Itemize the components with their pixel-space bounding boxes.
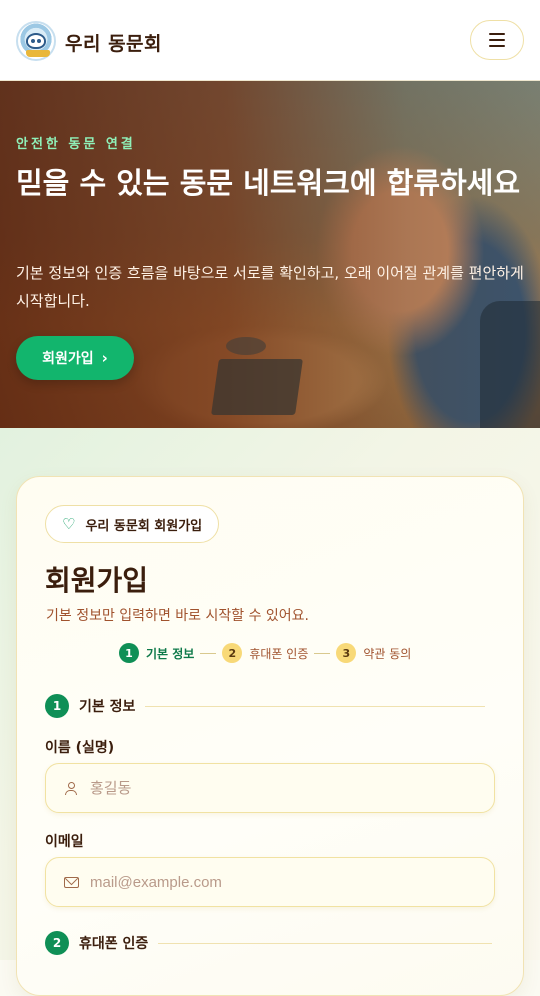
- app-header: 우리 동문회: [0, 0, 540, 81]
- hero-photo-chair: [480, 301, 540, 428]
- alumni-logo[interactable]: [16, 21, 56, 61]
- step-basic-info[interactable]: 1 기본 정보: [119, 643, 194, 663]
- step-number: 1: [119, 643, 139, 663]
- hero-banner: 안전한 동문 연결 믿을 수 있는 동문 네트워크에 합류하세요 기본 정보와 …: [0, 81, 540, 428]
- section-basic-info-header: 1 기본 정보: [45, 694, 486, 718]
- email-input[interactable]: [90, 873, 470, 891]
- section-title: 휴대폰 인증: [79, 936, 149, 952]
- hamburger-menu-icon[interactable]: [470, 20, 524, 60]
- step-divider: [200, 652, 217, 654]
- hero-photo-keyboard: [211, 359, 303, 415]
- signup-stepper: 1 기본 정보 2 휴대폰 인증 3 약관 동의: [119, 643, 411, 663]
- hero-title: 믿을 수 있는 동문 네트워크에 합류하세요: [16, 166, 521, 200]
- signup-section: ♡ 우리 동문회 회원가입 회원가입 기본 정보만 입력하면 바로 시작할 수 …: [0, 428, 540, 996]
- email-field[interactable]: [45, 857, 495, 907]
- signup-subtitle: 기본 정보만 입력하면 바로 시작할 수 있어요.: [46, 608, 309, 624]
- name-input[interactable]: [90, 779, 470, 797]
- heart-handshake-icon: ♡: [62, 515, 76, 533]
- signup-badge: ♡ 우리 동문회 회원가입: [45, 505, 220, 543]
- section-rule: [145, 705, 486, 707]
- brand-name[interactable]: 우리 동문회: [65, 29, 162, 56]
- name-field[interactable]: [45, 763, 495, 813]
- signup-badge-label: 우리 동문회 회원가입: [85, 518, 203, 534]
- step-number: 2: [222, 643, 243, 663]
- chevron-right-icon: ›: [101, 349, 108, 367]
- section-title: 기본 정보: [79, 699, 136, 715]
- section-number: 1: [45, 694, 69, 718]
- step-label: 약관 동의: [363, 646, 412, 661]
- hero-eyebrow: 안전한 동문 연결: [16, 137, 136, 152]
- section-rule: [158, 942, 493, 944]
- step-label: 휴대폰 인증: [249, 646, 309, 661]
- section-number: 2: [45, 931, 69, 955]
- signup-card: ♡ 우리 동문회 회원가입 회원가입 기본 정보만 입력하면 바로 시작할 수 …: [16, 476, 524, 996]
- name-field-label: 이름 (실명): [45, 740, 115, 756]
- section-phone-header: 2 휴대폰 인증: [45, 931, 493, 955]
- step-terms[interactable]: 3 약관 동의: [336, 643, 411, 663]
- step-divider: [314, 652, 331, 654]
- email-field-label: 이메일: [45, 834, 84, 850]
- signup-cta-button[interactable]: 회원가입 ›: [16, 336, 134, 380]
- step-label: 기본 정보: [146, 646, 195, 661]
- hero-photo-mouse: [226, 337, 266, 355]
- mail-icon: [62, 876, 80, 888]
- signup-cta-label: 회원가입: [42, 351, 94, 367]
- book-icon: [26, 50, 50, 57]
- step-number: 3: [336, 643, 357, 663]
- mascot-face-icon: [26, 33, 46, 49]
- signup-title: 회원가입: [45, 564, 149, 597]
- user-icon: [62, 781, 80, 795]
- step-phone-verify[interactable]: 2 휴대폰 인증: [222, 643, 308, 663]
- hero-description: 기본 정보와 인증 흐름을 바탕으로 서로를 확인하고, 오래 이어질 관계를 …: [16, 264, 524, 310]
